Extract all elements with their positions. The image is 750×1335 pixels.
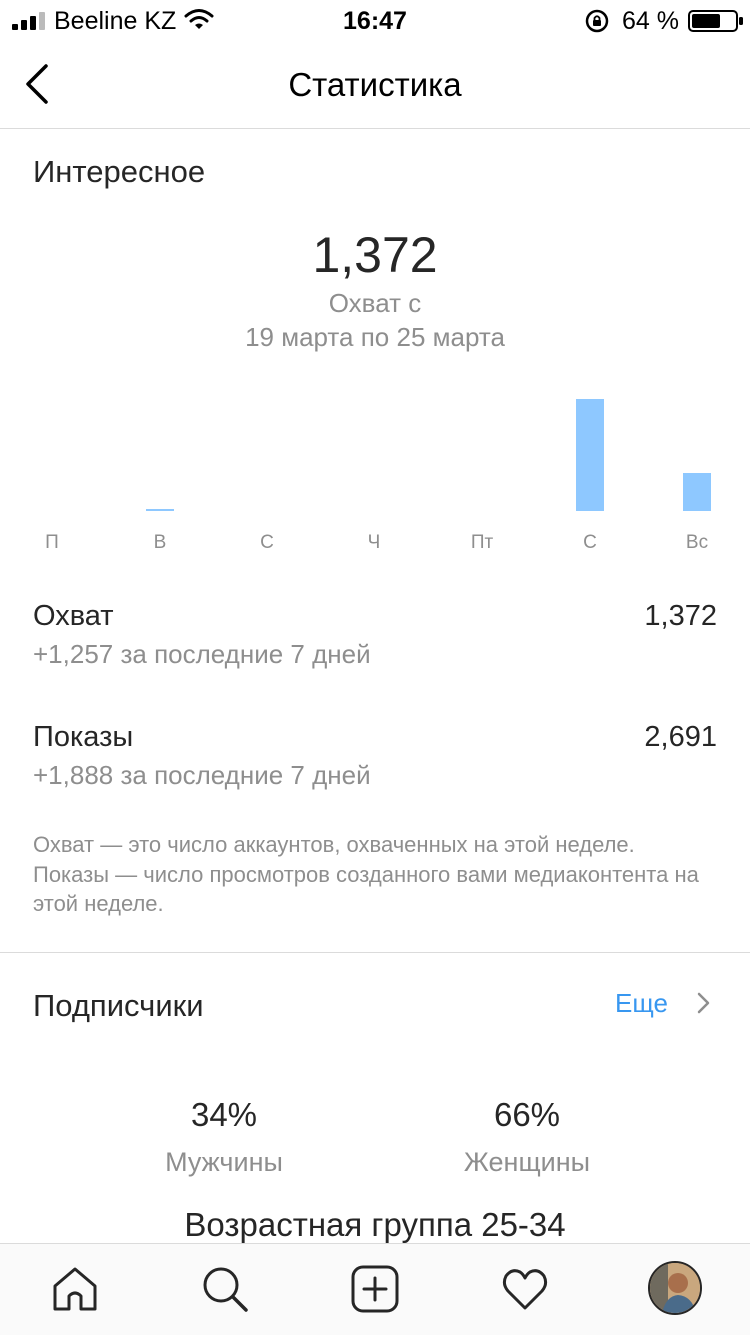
chart-day-label: П — [45, 532, 59, 553]
chart-bar — [576, 399, 604, 511]
chart-day-label: Ч — [368, 532, 381, 553]
chevron-right-icon[interactable] — [696, 990, 712, 1016]
profile-avatar[interactable] — [648, 1261, 702, 1315]
rotation-lock-icon — [585, 9, 609, 33]
metric-reach-change: +1,257 за последние 7 дней — [33, 639, 371, 669]
home-icon[interactable] — [50, 1264, 100, 1314]
reach-bar-chart: П В С Ч Пт С Вс — [45, 399, 711, 553]
chart-day-label: Вс — [686, 532, 708, 553]
search-icon[interactable] — [200, 1264, 250, 1314]
section-title-followers: Подписчики — [33, 988, 204, 1023]
metric-reach-label: Охват — [33, 600, 114, 632]
reach-total: 1,372 — [312, 227, 438, 283]
see-more-link[interactable]: Еще — [615, 988, 668, 1019]
status-bar: Beeline KZ 16:47 64 % — [0, 0, 750, 40]
metric-impressions-change: +1,888 за последние 7 дней — [33, 760, 371, 790]
page-title: Статистика — [288, 66, 462, 103]
age-group: Возрастная группа 25-34 — [184, 1206, 566, 1243]
women-percent: 66% — [493, 1096, 561, 1133]
nav-bar: Статистика — [0, 40, 750, 129]
info-note: Охват — это число аккаунтов, охваченных … — [33, 832, 699, 916]
heart-icon[interactable] — [500, 1264, 550, 1314]
chart-day-label: В — [154, 532, 167, 553]
divider — [0, 952, 750, 953]
reach-date-range: 19 марта по 25 марта — [245, 322, 505, 352]
chart-day-label: С — [583, 532, 597, 553]
reach-caption: Охват с — [328, 288, 422, 318]
section-title-discovery: Интересное — [33, 154, 206, 189]
metric-reach-value: 1,372 — [644, 600, 717, 632]
battery-icon — [688, 10, 743, 32]
tab-bar — [0, 1243, 750, 1335]
battery-percent: 64 % — [622, 7, 679, 35]
men-label: Мужчины — [165, 1147, 283, 1177]
chart-bar — [146, 509, 174, 511]
women-label: Женщины — [463, 1147, 591, 1177]
metric-impressions-label: Показы — [33, 721, 134, 753]
metric-impressions-value: 2,691 — [644, 721, 717, 753]
chart-day-label: С — [260, 532, 274, 553]
chart-day-label: Пт — [471, 532, 494, 553]
men-percent: 34% — [190, 1096, 258, 1133]
profile-photo — [650, 1263, 700, 1313]
add-post-icon[interactable] — [350, 1264, 400, 1314]
chart-bar — [683, 473, 711, 511]
